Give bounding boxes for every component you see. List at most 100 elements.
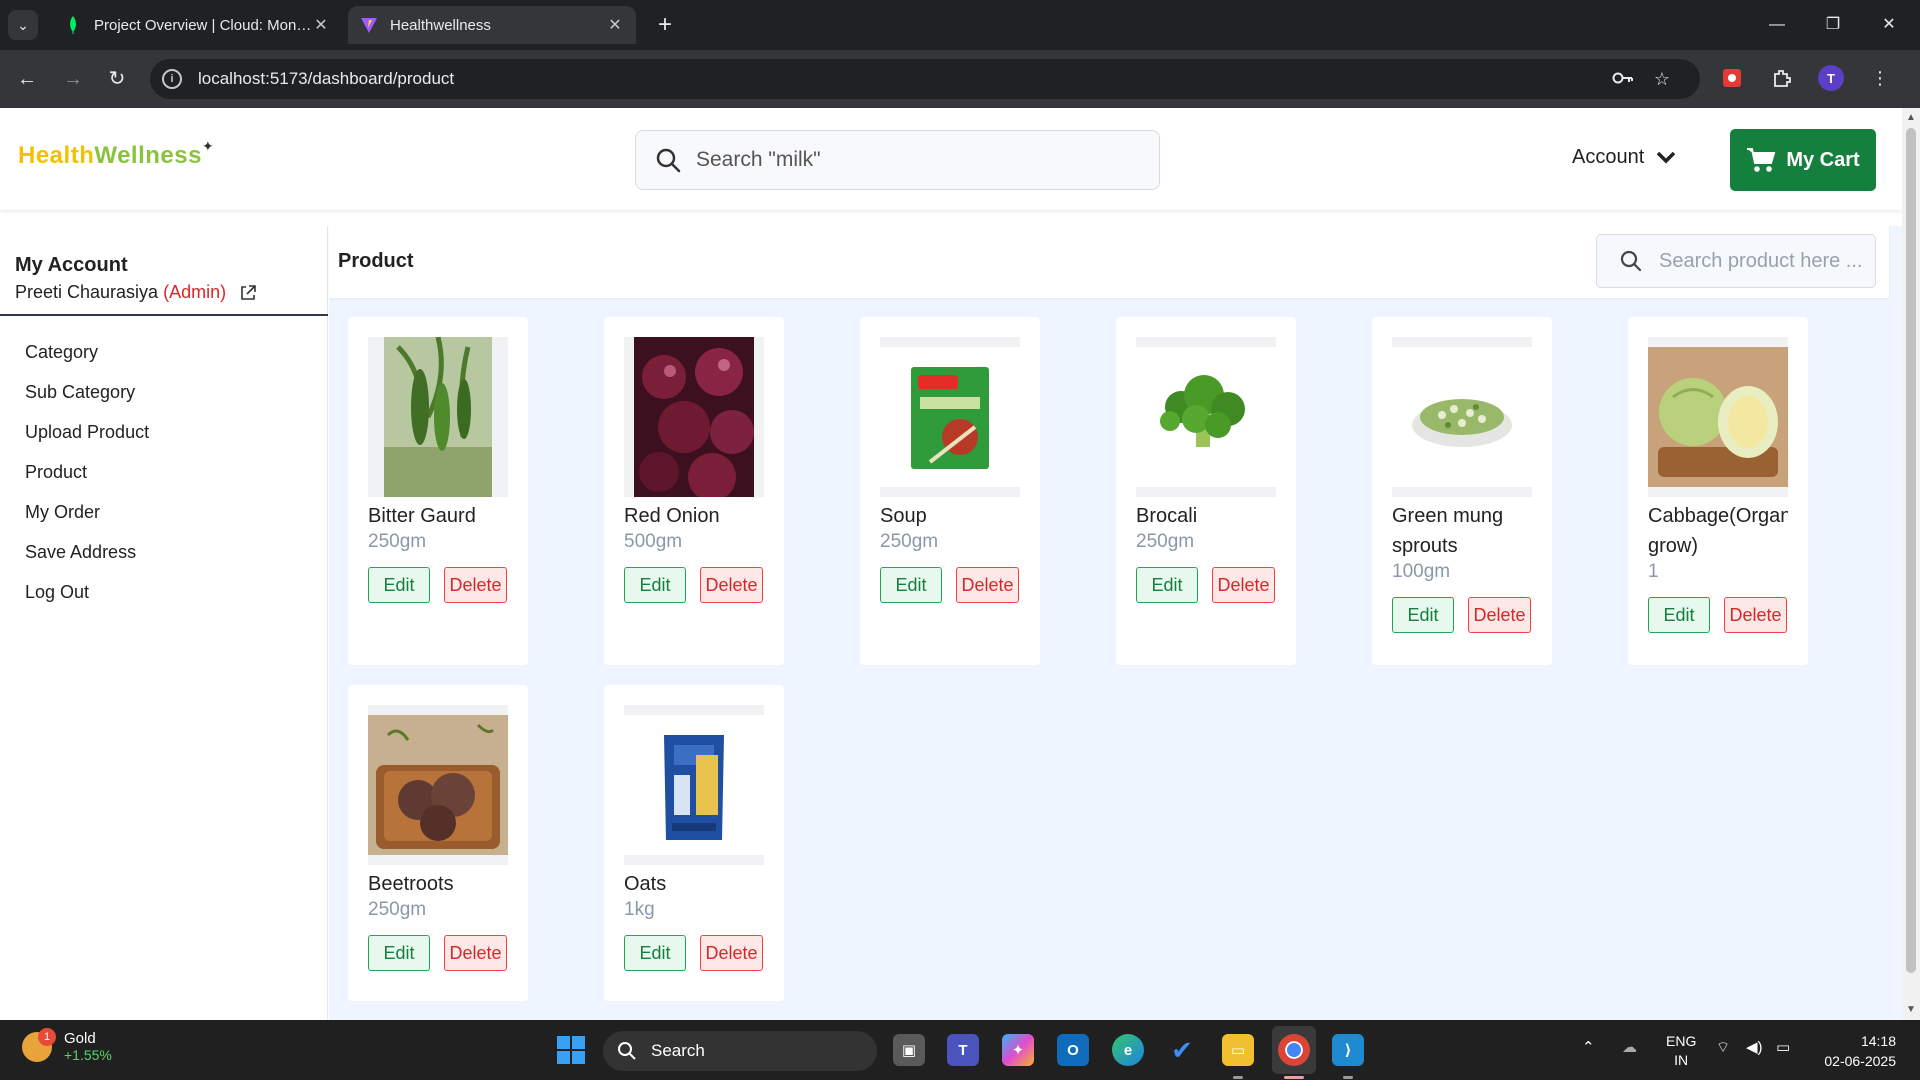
external-link-icon[interactable] — [239, 284, 257, 302]
password-key-icon[interactable] — [1612, 69, 1634, 92]
product-unit: 250gm — [368, 899, 427, 920]
healthwellness-logo[interactable]: HealthWellness✦ — [18, 138, 214, 170]
tab-mongodb[interactable]: Project Overview | Cloud: MongoDB Cloud … — [52, 6, 342, 44]
account-menu[interactable]: Account — [1572, 146, 1676, 169]
todo-check-icon[interactable]: ✔ — [1166, 1034, 1198, 1066]
forward-arrow-icon[interactable]: → — [58, 64, 88, 94]
delete-button[interactable]: Delete — [444, 935, 507, 971]
logo-part-wellness: Wellness — [94, 142, 202, 169]
restore-icon[interactable]: ❐ — [1810, 10, 1856, 40]
widget-value: +1.55% — [64, 1047, 112, 1063]
delete-button[interactable]: Delete — [1468, 597, 1531, 633]
outlook-icon[interactable]: O — [1057, 1034, 1089, 1066]
scroll-down-arrow-icon[interactable]: ▼ — [1902, 1002, 1920, 1018]
bookmark-star-icon[interactable]: ☆ — [1654, 69, 1670, 92]
reload-icon[interactable]: ↻ — [102, 64, 132, 94]
extensions-puzzle-icon[interactable] — [1768, 64, 1796, 92]
product-image-mung-sprouts — [1392, 337, 1532, 497]
product-card: Brocali 250gm Edit Delete — [1116, 317, 1296, 665]
delete-button[interactable]: Delete — [444, 567, 507, 603]
chrome-icon[interactable] — [1278, 1034, 1310, 1066]
tab-search-button[interactable]: ⌄ — [8, 10, 38, 40]
delete-button[interactable]: Delete — [700, 935, 763, 971]
edit-button[interactable]: Edit — [624, 567, 686, 603]
header-search-placeholder: Search "milk" — [696, 148, 821, 171]
taskbar-search[interactable]: Search — [603, 1031, 877, 1071]
header-search-input[interactable]: Search "milk" — [635, 130, 1160, 190]
widget-title: Gold — [64, 1030, 96, 1047]
delete-button[interactable]: Delete — [1724, 597, 1787, 633]
product-card: Cabbage(Organically grow) 1 Edit Delete — [1628, 317, 1808, 665]
product-name: Brocali — [1136, 505, 1198, 527]
product-unit: 1 — [1648, 561, 1659, 582]
product-search-input[interactable]: Search product here ... — [1596, 234, 1876, 288]
new-tab-button[interactable]: + — [652, 12, 678, 38]
task-view-icon[interactable]: ▣ — [893, 1034, 925, 1066]
chevron-down-icon — [1657, 151, 1676, 163]
battery-icon[interactable]: ▭ — [1776, 1038, 1790, 1056]
cart-icon — [1747, 148, 1776, 172]
windows-start-icon[interactable] — [557, 1036, 585, 1064]
gold-widget[interactable]: 1 Gold +1.55% — [22, 1027, 112, 1063]
edit-button[interactable]: Edit — [1136, 567, 1198, 603]
edit-button[interactable]: Edit — [368, 935, 430, 971]
tab-healthwellness[interactable]: Healthwellness ✕ — [348, 6, 636, 44]
sidebar-item-my-order[interactable]: My Order — [25, 492, 149, 532]
clock-date: 02-06-2025 — [1824, 1053, 1896, 1069]
language-region: IN — [1674, 1052, 1689, 1068]
file-explorer-icon[interactable]: ▭ — [1222, 1034, 1254, 1066]
clock-time: 14:18 — [1860, 1033, 1896, 1049]
product-search-placeholder: Search product here ... — [1659, 249, 1863, 272]
scrollbar-thumb[interactable] — [1906, 128, 1916, 973]
product-unit: 100gm — [1392, 561, 1451, 582]
page-scrollbar[interactable]: ▲ ▼ — [1902, 108, 1920, 1020]
vite-logo-icon — [360, 16, 378, 34]
input-language[interactable]: ENG IN — [1666, 1032, 1696, 1070]
teams-icon[interactable]: T — [947, 1034, 979, 1066]
delete-button[interactable]: Delete — [1212, 567, 1275, 603]
my-cart-button[interactable]: My Cart — [1730, 129, 1876, 191]
site-info-icon[interactable]: i — [162, 69, 182, 89]
scroll-up-arrow-icon[interactable]: ▲ — [1902, 110, 1920, 126]
product-unit: 500gm — [624, 531, 683, 552]
back-arrow-icon[interactable]: ← — [12, 64, 42, 94]
close-icon[interactable]: ✕ — [606, 15, 624, 35]
edit-button[interactable]: Edit — [1392, 597, 1454, 633]
edit-button[interactable]: Edit — [624, 935, 686, 971]
omnibox[interactable]: i localhost:5173/dashboard/product ☆ — [150, 59, 1700, 99]
edit-button[interactable]: Edit — [880, 567, 942, 603]
edge-icon[interactable]: e — [1112, 1034, 1144, 1066]
minimize-icon[interactable]: — — [1754, 10, 1800, 40]
product-name: Red Onion — [624, 505, 720, 527]
close-icon[interactable]: ✕ — [312, 15, 330, 35]
volume-icon[interactable]: ◀) — [1746, 1038, 1763, 1056]
vscode-icon[interactable]: ⟩ — [1332, 1034, 1364, 1066]
extension-red-icon[interactable] — [1718, 64, 1746, 92]
copilot-icon[interactable]: ✦ — [1002, 1034, 1034, 1066]
wifi-icon[interactable]: ⌔ — [1716, 1038, 1730, 1057]
sidebar-item-sub-category[interactable]: Sub Category — [25, 372, 149, 412]
chrome-menu-icon[interactable]: ⋮ — [1866, 64, 1894, 92]
sidebar-item-upload-product[interactable]: Upload Product — [25, 412, 149, 452]
url-text[interactable]: localhost:5173/dashboard/product — [198, 69, 454, 89]
tray-overflow-chevron-icon[interactable]: ⌃ — [1582, 1038, 1595, 1056]
tab-title: Healthwellness — [390, 16, 491, 34]
delete-button[interactable]: Delete — [700, 567, 763, 603]
delete-button[interactable]: Delete — [956, 567, 1019, 603]
edit-button[interactable]: Edit — [1648, 597, 1710, 633]
edit-button[interactable]: Edit — [368, 567, 430, 603]
sidebar-item-log-out[interactable]: Log Out — [25, 572, 149, 612]
sidebar-divider — [0, 314, 328, 316]
taskbar-search-label: Search — [651, 1041, 705, 1060]
window-close-icon[interactable]: ✕ — [1866, 10, 1912, 40]
notification-badge: 1 — [38, 1027, 56, 1046]
user-name: Preeti Chaurasiya — [15, 282, 159, 302]
sidebar-item-category[interactable]: Category — [25, 332, 149, 372]
product-unit: 1kg — [624, 899, 655, 920]
onedrive-offline-icon[interactable]: ☁ — [1622, 1038, 1637, 1056]
sidebar-item-save-address[interactable]: Save Address — [25, 532, 149, 572]
profile-avatar[interactable]: T — [1818, 65, 1844, 91]
sidebar-item-product[interactable]: Product — [25, 452, 149, 492]
product-panel: Product Search product here ... Bitter G… — [329, 226, 1902, 1020]
system-clock[interactable]: 14:18 02-06-2025 — [1818, 1031, 1896, 1071]
